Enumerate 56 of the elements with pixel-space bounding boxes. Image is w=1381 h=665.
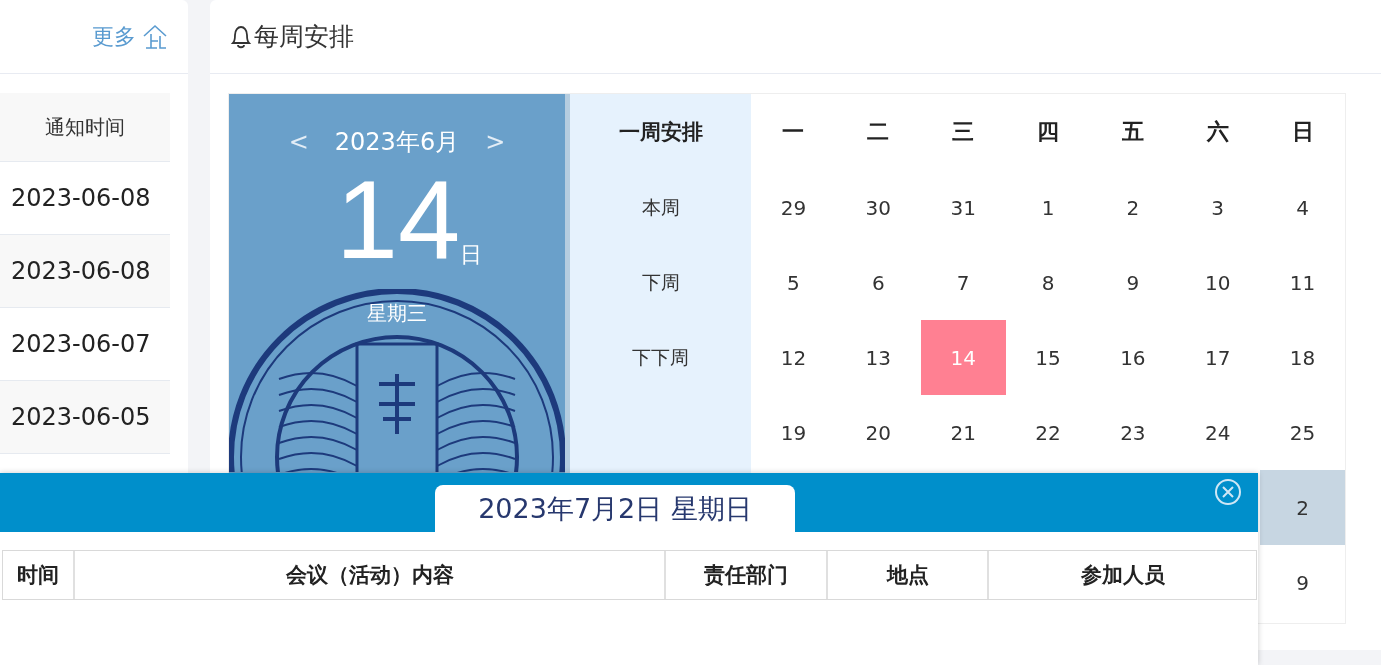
calendar-day[interactable]: 2: [1090, 170, 1176, 245]
calendar-day[interactable]: 12: [751, 320, 836, 395]
calendar-day[interactable]: 31: [920, 170, 1006, 245]
calendar-day[interactable]: 2: [1260, 470, 1345, 545]
week-option[interactable]: 下下周: [570, 320, 751, 395]
day-suffix: 日: [460, 241, 483, 269]
calendar-day[interactable]: 24: [1175, 395, 1261, 470]
calendar-day[interactable]: 23: [1090, 395, 1176, 470]
column-header: 一周安排: [617, 119, 704, 146]
calendar-day[interactable]: 8: [1005, 245, 1091, 320]
calendar-day[interactable]: 18: [1260, 320, 1345, 395]
calendar-day[interactable]: 11: [1260, 245, 1345, 320]
weekday-header: 六: [1205, 118, 1230, 146]
calendar-day[interactable]: 20: [835, 395, 921, 470]
section-title: 每周安排: [254, 21, 354, 53]
calendar-day[interactable]: 4: [1260, 170, 1345, 245]
column-header: 参加人员: [1079, 562, 1166, 589]
calendar-day[interactable]: 29: [751, 170, 836, 245]
table-cell: 2023-06-08: [0, 235, 170, 308]
week-option[interactable]: 下周: [570, 245, 751, 320]
table-cell: 2023-06-05: [0, 381, 170, 454]
column-header: 时间: [3, 551, 75, 599]
weekday-header: 一: [781, 118, 806, 146]
calendar-day[interactable]: 21: [920, 395, 1006, 470]
calendar-day[interactable]: 16: [1090, 320, 1176, 395]
weekday-header: 二: [866, 118, 891, 146]
column-header: 通知时间: [0, 93, 170, 162]
calendar-day[interactable]: 25: [1260, 395, 1345, 470]
calendar-day[interactable]: 10: [1175, 245, 1261, 320]
calendar-day[interactable]: 15: [1005, 320, 1091, 395]
weekday-header: 三: [951, 118, 976, 146]
weekday-header: 五: [1120, 118, 1145, 146]
column-header: 责任部门: [666, 551, 828, 599]
bell-icon: [230, 23, 252, 50]
calendar-day[interactable]: 7: [920, 245, 1006, 320]
column-header: 会议（活动）内容: [75, 551, 666, 599]
dialog-title: 2023年7月2日 星期日: [435, 485, 795, 532]
calendar-day[interactable]: 9: [1260, 545, 1345, 620]
calendar-day[interactable]: 3: [1175, 170, 1261, 245]
calendar-day[interactable]: 30: [835, 170, 921, 245]
calendar-day[interactable]: 22: [1005, 395, 1091, 470]
weekday-label: 星期三: [367, 300, 427, 327]
calendar-day[interactable]: 13: [835, 320, 921, 395]
close-icon[interactable]: [1214, 478, 1242, 506]
week-option[interactable]: 本周: [570, 170, 751, 245]
calendar-day[interactable]: 9: [1090, 245, 1176, 320]
day-number: 14: [335, 170, 461, 270]
column-header: 地点: [828, 551, 989, 599]
calendar-day[interactable]: 19: [751, 395, 836, 470]
calendar-day[interactable]: 17: [1175, 320, 1261, 395]
weekday-header: 日: [1290, 118, 1315, 146]
month-label: 2023年6月: [334, 127, 460, 158]
calendar-day[interactable]: 1: [1005, 170, 1091, 245]
calendar-day[interactable]: 6: [835, 245, 921, 320]
calendar-day[interactable]: 5: [751, 245, 836, 320]
weekday-header: 四: [1036, 118, 1060, 146]
